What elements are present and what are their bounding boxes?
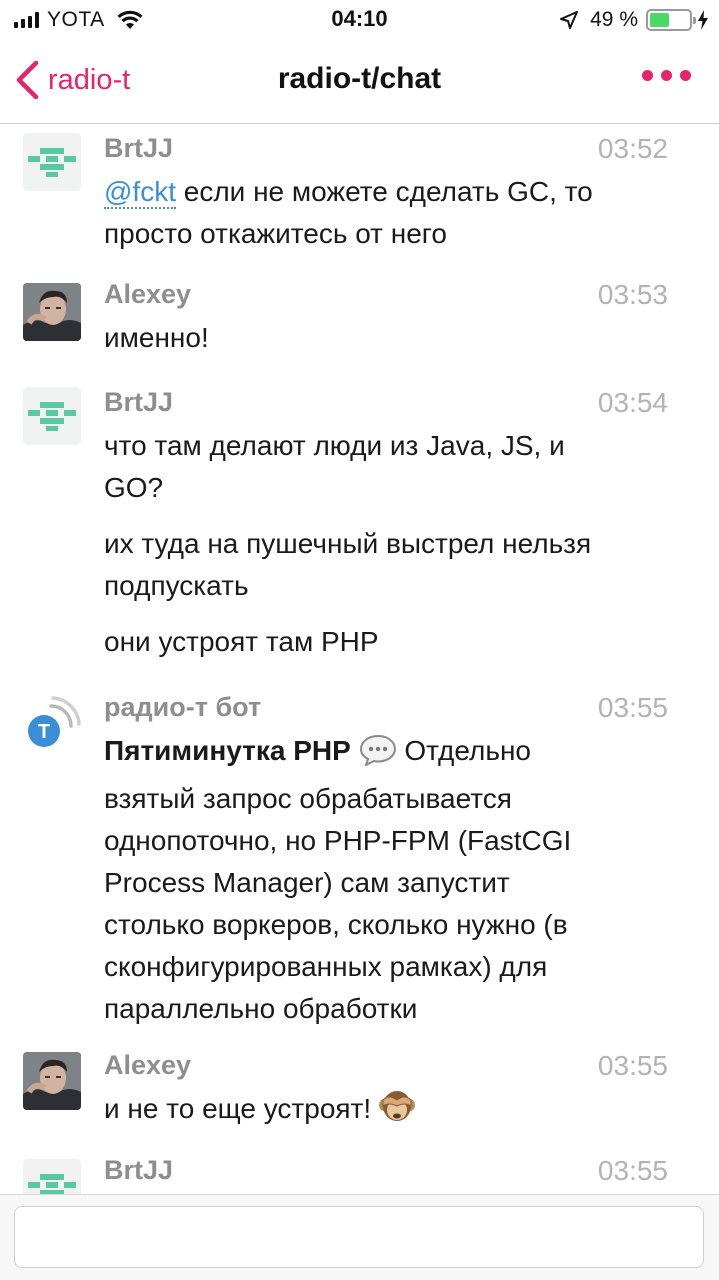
avatar-alexey[interactable] xyxy=(23,283,81,341)
battery-percent: 49 % xyxy=(590,8,638,31)
message-time: 03:55 xyxy=(597,692,668,723)
message-line: параллельно обработки xyxy=(104,993,418,1024)
message-time: 03:53 xyxy=(597,279,668,310)
identicon-icon xyxy=(28,1174,76,1194)
composer-bar xyxy=(0,1194,719,1280)
user-mention[interactable]: @fckt xyxy=(104,176,176,209)
svg-text:T: T xyxy=(38,721,50,743)
message-line: если не можете сделать GC, то xyxy=(175,176,593,207)
status-right: 49 % xyxy=(560,7,709,33)
message-line: однопоточно, но PHP-FPM (FastCGI xyxy=(104,825,572,856)
message-text: именно! xyxy=(104,317,674,359)
chevron-left-icon xyxy=(16,60,39,100)
message-bold-heading: Пятиминутка PHP xyxy=(104,735,351,766)
message-line: что там делают люди из Java, JS, и xyxy=(104,430,565,461)
message-author[interactable]: Alexey xyxy=(104,279,191,310)
message-author[interactable]: BrtJJ xyxy=(104,133,173,164)
message-line: они устроят там PHP xyxy=(104,626,379,657)
message-line: именно! xyxy=(104,322,209,353)
message-line: подпускать xyxy=(104,570,249,601)
message-line: Process Manager) сам запустит xyxy=(104,867,510,898)
message-text: и не то еще устроят! xyxy=(104,1088,674,1136)
message-author[interactable]: BrtJJ xyxy=(104,387,173,418)
message-line: их туда на пушечный выстрел нельзя xyxy=(104,528,592,559)
message-time: 03:52 xyxy=(597,133,668,164)
location-arrow-icon xyxy=(560,11,579,29)
message-line: и не то еще устроят! xyxy=(104,1093,379,1124)
message-author[interactable]: радио-т бот xyxy=(104,692,261,723)
back-button[interactable]: radio-t xyxy=(14,60,130,100)
charging-bolt-icon xyxy=(698,10,708,30)
more-dots-icon[interactable] xyxy=(642,70,691,81)
message-time: 03:55 xyxy=(597,1050,668,1081)
avatar-radio-t-bot[interactable]: T xyxy=(23,694,81,752)
message-line: GO? xyxy=(104,472,164,503)
message-input[interactable] xyxy=(14,1206,704,1268)
message-author[interactable]: BrtJJ xyxy=(104,1155,173,1186)
message-time: 03:54 xyxy=(597,387,668,418)
see-no-evil-monkey-icon xyxy=(378,1088,415,1136)
status-bar: YOTA 04:10 49 % xyxy=(0,0,719,40)
message-time: 03:55 xyxy=(597,1155,668,1186)
message-line: Отдельно xyxy=(396,735,531,766)
identicon-icon xyxy=(28,402,76,431)
message-text: @fckt если не можете сделать GC, то прос… xyxy=(104,171,674,255)
radio-t-logo-icon: T xyxy=(28,696,81,747)
message-author[interactable]: Alexey xyxy=(104,1050,191,1081)
speech-bubble-icon xyxy=(359,734,397,778)
message-line: столько воркеров, сколько нужно (в xyxy=(104,909,568,940)
battery-fill xyxy=(650,13,669,27)
message-line: сконфигурированных рамках) для xyxy=(104,951,548,982)
nav-bar: radio-t radio-t/chat xyxy=(0,40,719,124)
avatar-brtjj[interactable] xyxy=(23,387,81,445)
back-label: radio-t xyxy=(48,63,131,96)
identicon-icon xyxy=(28,148,76,177)
avatar-brtjj[interactable] xyxy=(23,1159,81,1194)
user-photo-icon xyxy=(23,283,81,341)
message-line: взятый запрос обрабатывается xyxy=(104,783,512,814)
message-text: что там делают люди из Java, JS, и GO? и… xyxy=(104,425,674,663)
message-feed[interactable]: BrtJJ 03:52 @fckt если не можете сделать… xyxy=(0,125,719,1194)
message-text: Пятиминутка PHP Отдельно взятый запрос о… xyxy=(104,730,674,1030)
user-photo-icon xyxy=(23,1052,81,1110)
battery-icon xyxy=(646,9,696,31)
message-line: просто откажитесь от него xyxy=(104,218,447,249)
avatar-brtjj[interactable] xyxy=(23,133,81,191)
avatar-alexey[interactable] xyxy=(23,1052,81,1110)
